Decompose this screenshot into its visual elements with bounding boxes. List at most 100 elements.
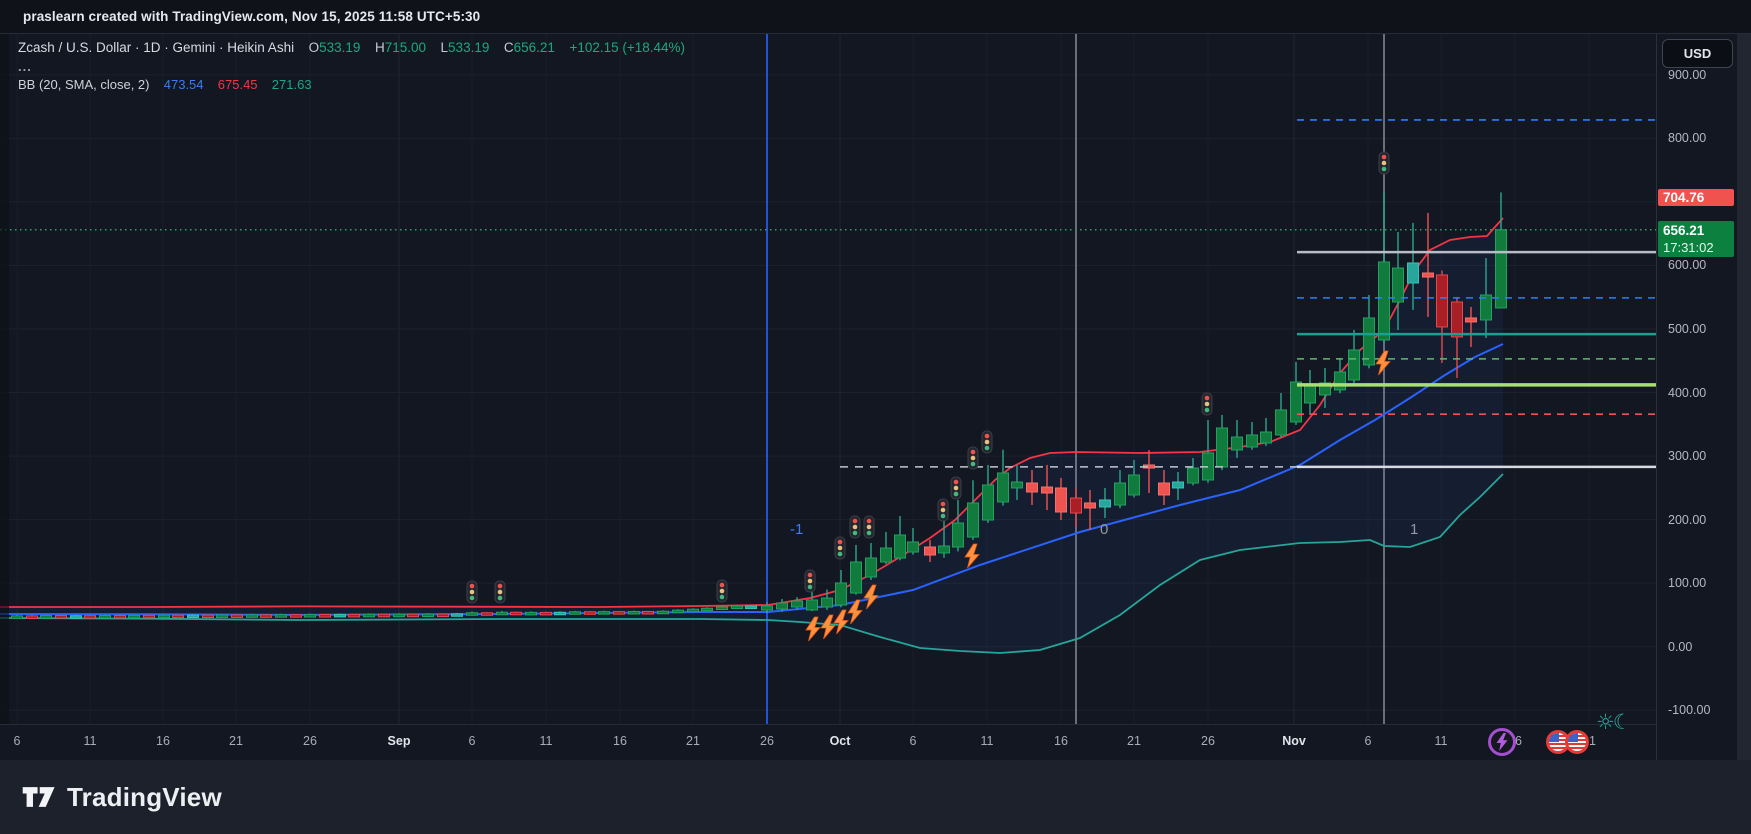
candle: [688, 608, 699, 611]
time-tick: 11: [84, 734, 97, 748]
pane-left-edge: [0, 34, 9, 724]
symbol-title: Zcash / U.S. Dollar · 1D · Gemini · Heik…: [18, 40, 294, 55]
chart-pane[interactable]: -1 0 1 Zcash / U.S. Dollar · 1D · Gemini ·…: [0, 34, 1656, 724]
candle: [203, 614, 214, 617]
candle: [1305, 370, 1316, 415]
candle: [305, 614, 316, 617]
bar-countdown: 17:31:02: [1663, 239, 1734, 256]
time-tick: 21: [1127, 734, 1141, 748]
candle: [673, 609, 684, 612]
time-tick: 6: [1365, 734, 1372, 748]
candle: [364, 613, 375, 616]
candle: [1364, 295, 1375, 368]
traffic-light-marker: [1202, 393, 1212, 415]
bb-upper-value: 675.45: [218, 77, 258, 92]
candle: [394, 613, 405, 616]
low-value: 533.19: [448, 40, 489, 55]
price-tick: 200.00: [1668, 513, 1706, 527]
candle: [291, 614, 302, 617]
candle: [851, 545, 862, 595]
high-label: H: [375, 40, 385, 55]
candle: [555, 611, 566, 615]
time-tick: 16: [1054, 734, 1068, 748]
vline-label: 0: [1100, 521, 1108, 538]
vline-label: 1: [1410, 521, 1418, 538]
tradingview-logo-icon[interactable]: [22, 781, 56, 813]
candle: [438, 613, 449, 616]
candle: [159, 614, 170, 617]
indicator-price-badge: 704.76: [1658, 189, 1734, 206]
us-flag-icon: [1565, 730, 1589, 754]
price-tick: 300.00: [1668, 449, 1706, 463]
candle: [1247, 422, 1258, 450]
candle: [983, 465, 994, 523]
time-tick: 6: [14, 734, 21, 748]
last-price-badge: 656.21 17:31:02: [1658, 221, 1734, 257]
time-axis[interactable]: 611162126Sep611162126Oct611162126Nov6111…: [0, 724, 1656, 760]
ray-lines-layer: [840, 120, 1656, 467]
candle: [881, 532, 892, 564]
candle: [1349, 330, 1360, 383]
price-axis[interactable]: USD 704.76 656.21 17:31:02 900.00800.006…: [1656, 34, 1737, 760]
vline-label: -1: [790, 521, 803, 538]
watermark-header: praslearn created with TradingView.com, …: [0, 0, 1751, 34]
bb-indicator-row[interactable]: BB (20, SMA, close, 2) 473.54 675.45 271…: [18, 77, 685, 92]
footer-bar: TradingView: [0, 760, 1751, 834]
candle: [836, 570, 847, 607]
candle: [423, 613, 434, 616]
candle: [56, 615, 67, 618]
traffic-light-marker: [864, 516, 874, 538]
price-tick: 800.00: [1668, 131, 1706, 145]
price-tick: 400.00: [1668, 386, 1706, 400]
candle: [570, 611, 581, 614]
traffic-light-marker: [835, 537, 845, 559]
candle: [379, 614, 390, 617]
candle: [998, 450, 1009, 506]
time-tick: 26: [760, 734, 774, 748]
candle: [629, 611, 640, 614]
time-tick: 11: [981, 734, 994, 748]
traffic-light-marker: [938, 499, 948, 521]
candle: [526, 611, 537, 615]
bb-lower-value: 271.63: [272, 77, 312, 92]
candle: [320, 614, 331, 617]
candle: [144, 615, 155, 618]
candle: [953, 500, 964, 551]
candle: [968, 480, 979, 540]
time-tick: Sep: [388, 734, 411, 748]
price-tick: 0.00: [1668, 640, 1692, 654]
bb-label: BB (20, SMA, close, 2): [18, 77, 150, 92]
tradingview-logo-text[interactable]: TradingView: [67, 782, 222, 813]
price-chart-canvas[interactable]: -1 0 1: [0, 34, 1656, 724]
low-label: L: [441, 40, 449, 55]
candle: [261, 614, 272, 617]
time-tick: 16: [613, 734, 627, 748]
candle: [643, 611, 654, 614]
candle: [511, 612, 522, 615]
candle: [1496, 192, 1507, 308]
bollinger-bands-layer: [0, 218, 1503, 653]
legend-more-button[interactable]: ...: [18, 59, 685, 74]
candle: [1291, 362, 1302, 425]
traffic-light-marker: [968, 447, 978, 469]
traffic-light-marker: [850, 516, 860, 538]
open-label: O: [309, 40, 320, 55]
price-tick: 100.00: [1668, 576, 1706, 590]
time-tick: 6: [910, 734, 917, 748]
candle: [27, 615, 38, 618]
candle: [895, 516, 906, 560]
time-tick: 21: [229, 734, 243, 748]
candle: [599, 611, 610, 614]
currency-toggle-button[interactable]: USD: [1662, 39, 1733, 68]
price-tick: 600.00: [1668, 258, 1706, 272]
candle: [276, 614, 287, 617]
symbol-ohlc-row[interactable]: Zcash / U.S. Dollar · 1D · Gemini · Heik…: [18, 40, 685, 55]
candle: [482, 612, 493, 615]
tradingview-screenshot: praslearn created with TradingView.com, …: [0, 0, 1751, 834]
candle: [1276, 393, 1287, 438]
high-value: 715.00: [385, 40, 426, 55]
candle: [585, 611, 596, 614]
candle: [173, 615, 184, 618]
candle: [188, 614, 199, 617]
bb-basis-value: 473.54: [164, 77, 204, 92]
